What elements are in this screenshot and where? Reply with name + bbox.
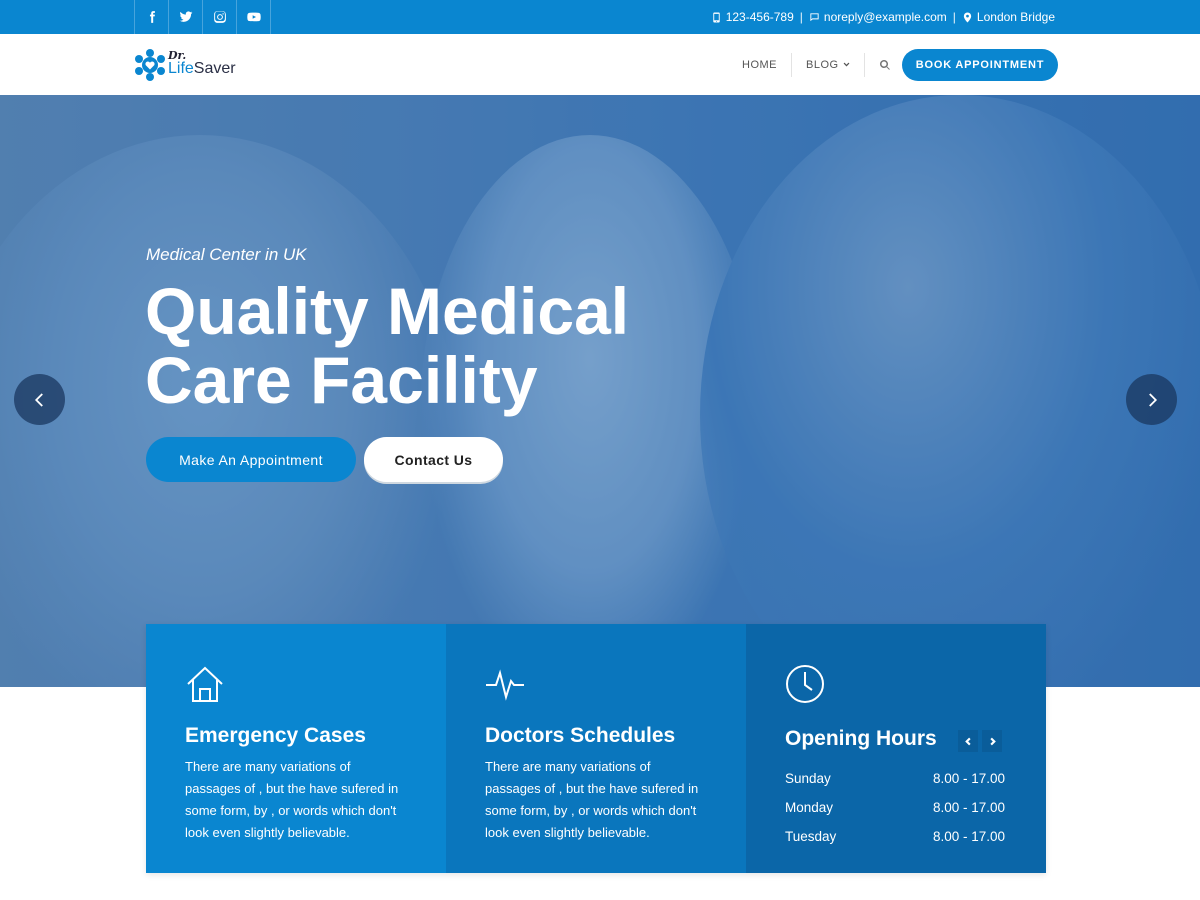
chevron-left-icon (964, 737, 971, 745)
search-icon (879, 59, 890, 70)
logo-name-saver: Saver (193, 60, 236, 77)
hours-row: Sunday 8.00 - 17.00 (785, 764, 1005, 793)
book-appointment-button[interactable]: BOOK APPOINTMENT (902, 49, 1058, 81)
hours-day: Tuesday (785, 829, 837, 844)
map-marker-icon (963, 11, 972, 23)
logo-name-life: Life (168, 60, 194, 77)
hours-row: Monday 8.00 - 17.00 (785, 793, 1005, 822)
contact-info: 123-456-789 | noreply@example.com | Lond… (711, 0, 1055, 34)
chevron-left-icon (34, 392, 43, 407)
card-text: There are many variations of passages of… (185, 759, 399, 840)
hours-prev-button[interactable] (958, 730, 978, 752)
phone-icon (712, 11, 720, 23)
search-button[interactable] (865, 53, 905, 77)
main-nav: HOME BLOG (728, 34, 905, 95)
nav-blog[interactable]: BLOG (792, 53, 864, 77)
top-bar: 123-456-789 | noreply@example.com | Lond… (0, 0, 1200, 34)
instagram-icon[interactable] (203, 0, 237, 34)
heartbeat-icon (485, 664, 525, 704)
hours-navigation (958, 730, 1002, 752)
card-text: There are many variations of passages of… (485, 759, 699, 840)
hours-list: Sunday 8.00 - 17.00 Monday 8.00 - 17.00 … (785, 764, 1005, 851)
twitter-icon[interactable] (169, 0, 203, 34)
phone-number: 123-456-789 (725, 10, 794, 24)
feature-cards: Emergency Cases There are many variation… (146, 624, 1046, 873)
logo[interactable]: Dr. LifeSaver (135, 47, 250, 83)
emergency-card: Emergency Cases There are many variation… (146, 624, 446, 873)
nav-blog-label: BLOG (806, 58, 839, 71)
hero-slider: Medical Center in UK Quality Medical Car… (0, 95, 1200, 687)
card-title: Emergency Cases (185, 724, 366, 747)
nav-home[interactable]: HOME (728, 53, 791, 77)
chevron-right-icon (989, 737, 996, 745)
hours-time: 8.00 - 17.00 (932, 829, 1005, 844)
hero-title-line: Quality Medical (145, 274, 630, 348)
schedules-card: Doctors Schedules There are many variati… (446, 624, 746, 873)
hours-day: Monday (785, 800, 834, 815)
clock-icon (785, 664, 825, 704)
logo-name: LifeSaver (168, 60, 236, 78)
card-title: Opening Hours (785, 727, 937, 750)
card-title: Doctors Schedules (485, 724, 676, 747)
slider-prev-button[interactable] (14, 374, 65, 425)
phone-info[interactable]: 123-456-789 (711, 10, 794, 24)
hero-title: Quality Medical Care Facility (145, 277, 745, 415)
logo-mark-icon (135, 49, 165, 81)
contact-us-button[interactable]: Contact Us (364, 437, 503, 482)
make-appointment-button[interactable]: Make An Appointment (146, 437, 356, 482)
site-header: Dr. LifeSaver HOME BLOG BOOK APPOINTMENT (0, 34, 1200, 95)
slider-next-button[interactable] (1126, 374, 1177, 425)
email-address: noreply@example.com (823, 10, 947, 24)
nav-home-label: HOME (742, 58, 777, 71)
social-links (134, 0, 271, 34)
chat-icon (810, 12, 819, 21)
location-text: London Bridge (976, 10, 1055, 24)
email-info[interactable]: noreply@example.com (809, 10, 947, 24)
chevron-down-icon (843, 62, 849, 67)
hours-time: 8.00 - 17.00 (932, 800, 1005, 815)
hours-row: Tuesday 8.00 - 17.00 (785, 822, 1005, 851)
hours-next-button[interactable] (982, 730, 1002, 752)
facebook-icon[interactable] (135, 0, 169, 34)
home-icon (185, 664, 225, 704)
separator: | (799, 10, 803, 24)
hours-day: Sunday (785, 771, 831, 786)
hours-time: 8.00 - 17.00 (932, 771, 1005, 786)
opening-hours-card: Opening Hours Sunday 8.00 - 17.00 Monday… (746, 624, 1046, 873)
youtube-icon[interactable] (237, 0, 271, 34)
location-info[interactable]: London Bridge (962, 10, 1055, 24)
separator: | (952, 10, 956, 24)
hero-subtitle: Medical Center in UK (146, 245, 307, 264)
hero-title-line: Care Facility (145, 343, 538, 417)
chevron-right-icon (1148, 392, 1157, 407)
